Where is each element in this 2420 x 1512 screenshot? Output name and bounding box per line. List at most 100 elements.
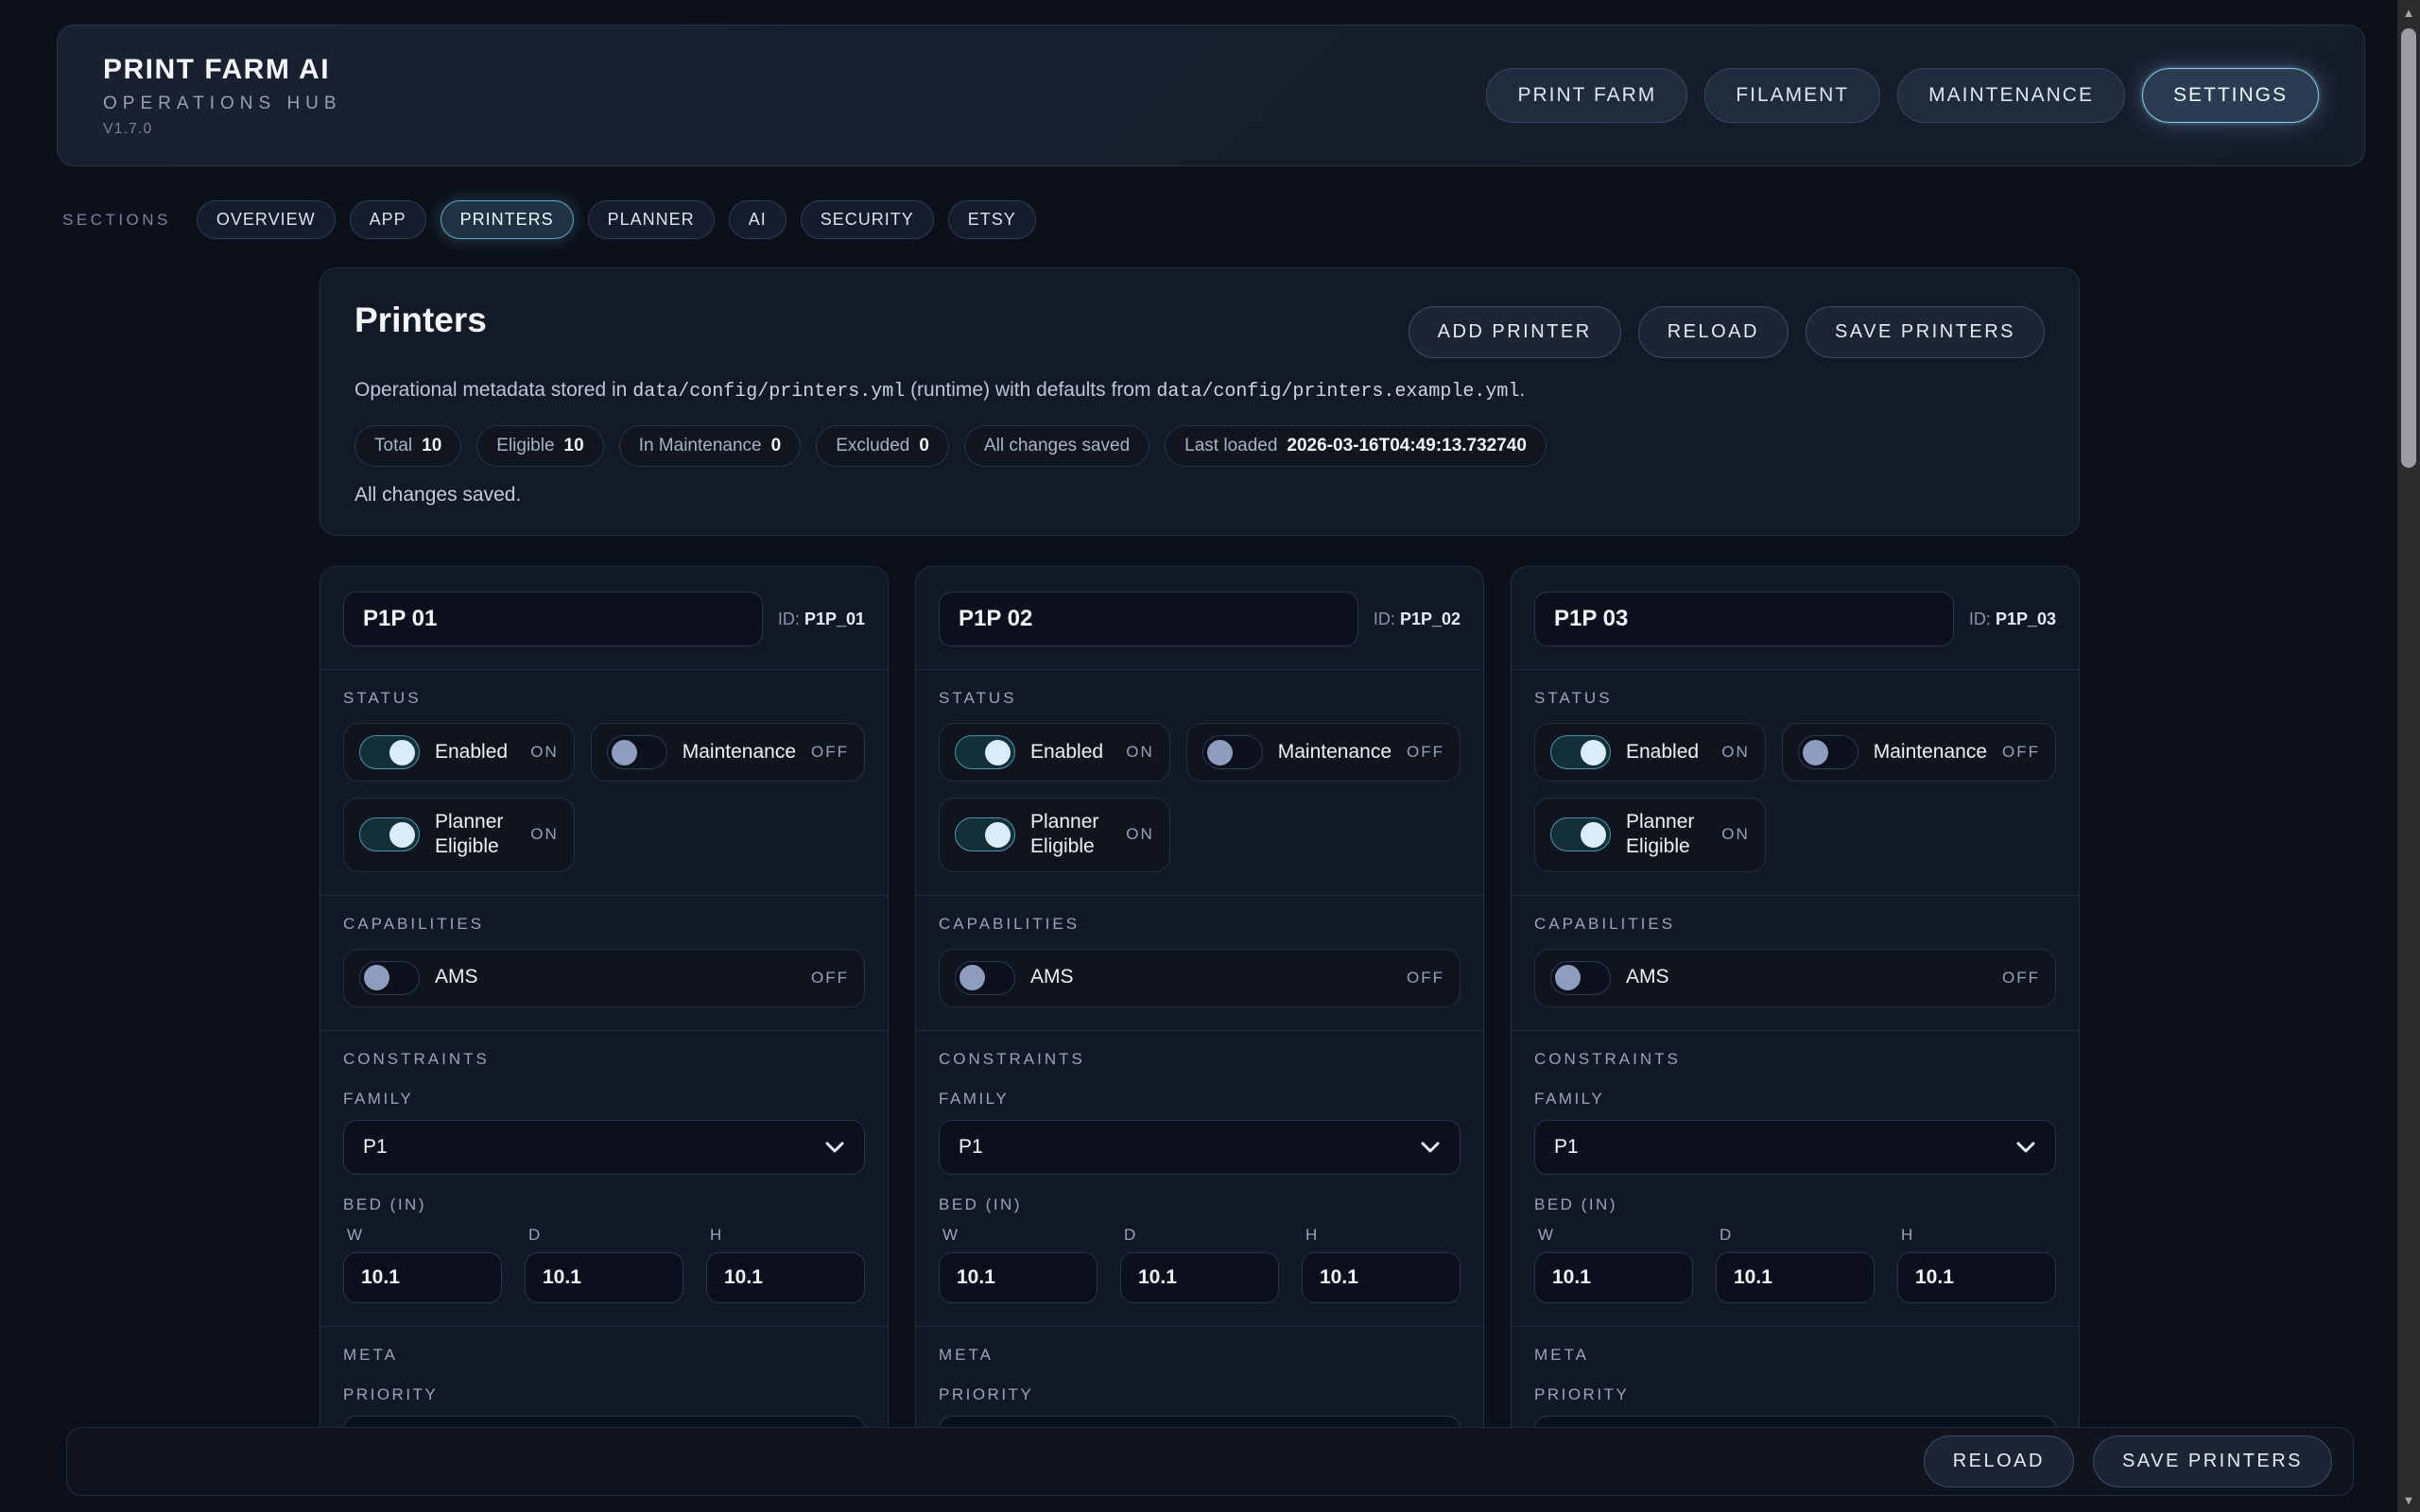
ams-toggle[interactable] [955, 961, 1015, 995]
printer-name-input[interactable] [1534, 592, 1954, 646]
capabilities-section-label: CAPABILITIES [1534, 915, 2056, 934]
enabled-toggle-row: Enabled ON [939, 723, 1170, 782]
toggle-knob [1555, 965, 1581, 990]
footer-save-printers-button[interactable]: SAVE PRINTERS [2093, 1435, 2332, 1487]
add-printer-button[interactable]: ADD PRINTER [1409, 306, 1621, 358]
meta-section-label: META [1534, 1346, 2056, 1365]
toggle-state-text: OFF [1407, 743, 1444, 762]
printer-name-input[interactable] [939, 592, 1358, 646]
maintenance-toggle[interactable] [1798, 735, 1858, 769]
printer-card: ID: P1P_03 STATUS Enabled ON Maintenance… [1511, 566, 2080, 1471]
bed-d-field: D [525, 1226, 683, 1303]
printer-id-label: ID: P1P_01 [778, 610, 865, 629]
planner-eligible-toggle[interactable] [955, 817, 1015, 851]
runtime-config-path: data/config/printers.yml [632, 381, 905, 403]
priority-label: PRIORITY [939, 1385, 1461, 1404]
divider [916, 669, 1483, 670]
enabled-toggle-row: Enabled ON [343, 723, 575, 782]
bed-d-input[interactable] [1120, 1252, 1279, 1303]
bed-h-input[interactable] [1302, 1252, 1461, 1303]
constraints-section-label: CONSTRAINTS [1534, 1050, 2056, 1069]
section-tab-security[interactable]: SECURITY [801, 200, 934, 239]
badge-in-maintenance: In Maintenance0 [619, 425, 802, 467]
toggle-state-text: OFF [2002, 743, 2040, 762]
nav-settings[interactable]: SETTINGS [2142, 68, 2319, 123]
sections-bar: SECTIONS OVERVIEW APP PRINTERS PLANNER A… [62, 200, 2363, 239]
bed-w-input[interactable] [939, 1252, 1098, 1303]
toggle-state-text: ON [1126, 743, 1154, 762]
toggle-knob [389, 822, 415, 848]
bed-d-input[interactable] [1716, 1252, 1875, 1303]
bed-h-input[interactable] [1897, 1252, 2056, 1303]
bed-label: BED (IN) [939, 1195, 1461, 1214]
meta-section-label: META [343, 1346, 865, 1365]
toggle-knob [1207, 740, 1233, 765]
toggle-state-text: OFF [811, 969, 849, 988]
family-label: FAMILY [939, 1090, 1461, 1108]
enabled-toggle[interactable] [1550, 735, 1611, 769]
scrollbar-thumb[interactable] [2401, 28, 2416, 468]
bed-h-field: H [706, 1226, 865, 1303]
example-config-path: data/config/printers.example.yml [1156, 381, 1519, 403]
scroll-up-icon[interactable]: ▲ [2397, 0, 2420, 25]
family-select[interactable]: P1 [939, 1120, 1461, 1175]
scroll-down-icon[interactable]: ▼ [2397, 1487, 2420, 1512]
toggle-state-text: OFF [811, 743, 849, 762]
status-section-label: STATUS [1534, 689, 2056, 708]
maintenance-toggle[interactable] [607, 735, 667, 769]
family-select[interactable]: P1 [343, 1120, 865, 1175]
planner-eligible-toggle-row: Planner Eligible ON [939, 798, 1170, 872]
section-tab-app[interactable]: APP [350, 200, 426, 239]
badge-eligible: Eligible10 [476, 425, 603, 467]
planner-eligible-toggle[interactable] [1550, 817, 1611, 851]
bed-d-label: D [1124, 1226, 1279, 1245]
bed-w-input[interactable] [343, 1252, 502, 1303]
enabled-toggle[interactable] [955, 735, 1015, 769]
maintenance-toggle[interactable] [1202, 735, 1263, 769]
printer-name-input[interactable] [343, 592, 763, 646]
section-tab-etsy[interactable]: ETSY [948, 200, 1036, 239]
divider [1512, 669, 2079, 670]
section-tab-ai[interactable]: AI [729, 200, 786, 239]
family-select[interactable]: P1 [1534, 1120, 2056, 1175]
ams-toggle[interactable] [359, 961, 420, 995]
panel-actions: ADD PRINTER RELOAD SAVE PRINTERS [1409, 306, 2045, 358]
toggle-state-text: ON [1126, 825, 1154, 844]
footer-reload-button[interactable]: RELOAD [1924, 1435, 2074, 1487]
constraints-section-label: CONSTRAINTS [343, 1050, 865, 1069]
maintenance-toggle-row: Maintenance OFF [1186, 723, 1461, 782]
brand-block: PRINT FARM AI OPERATIONS HUB V1.7.0 [103, 54, 342, 138]
enabled-toggle-row: Enabled ON [1534, 723, 1766, 782]
bed-label: BED (IN) [343, 1195, 865, 1214]
bed-w-label: W [1538, 1226, 1693, 1245]
printer-cards-grid: ID: P1P_01 STATUS Enabled ON Maintenance… [320, 566, 2080, 1512]
bed-d-input[interactable] [525, 1252, 683, 1303]
toggle-knob [1803, 740, 1828, 765]
chevron-down-icon [824, 1141, 845, 1154]
page-title: Printers [354, 301, 487, 340]
section-tab-planner[interactable]: PLANNER [588, 200, 715, 239]
section-tab-printers[interactable]: PRINTERS [441, 200, 574, 239]
footer-action-bar: RELOAD SAVE PRINTERS [66, 1427, 2354, 1496]
bed-h-input[interactable] [706, 1252, 865, 1303]
page-scrollbar[interactable]: ▲ ▼ [2397, 0, 2420, 1512]
nav-print-farm[interactable]: PRINT FARM [1486, 68, 1687, 123]
save-printers-button[interactable]: SAVE PRINTERS [1806, 306, 2045, 358]
toggle-state-text: OFF [2002, 969, 2040, 988]
toggle-state-text: ON [530, 743, 559, 762]
printers-panel: Printers ADD PRINTER RELOAD SAVE PRINTER… [320, 267, 2080, 536]
enabled-toggle[interactable] [359, 735, 420, 769]
reload-button[interactable]: RELOAD [1638, 306, 1789, 358]
section-tab-overview[interactable]: OVERVIEW [197, 200, 336, 239]
divider [916, 895, 1483, 896]
nav-maintenance[interactable]: MAINTENANCE [1897, 68, 2125, 123]
app-subtitle: OPERATIONS HUB [103, 94, 342, 114]
ams-toggle-row: AMS OFF [343, 949, 865, 1007]
planner-eligible-toggle[interactable] [359, 817, 420, 851]
nav-filament[interactable]: FILAMENT [1704, 68, 1880, 123]
bed-w-input[interactable] [1534, 1252, 1693, 1303]
badge-total: Total10 [354, 425, 461, 467]
bed-d-label: D [528, 1226, 683, 1245]
app-title: PRINT FARM AI [103, 54, 342, 86]
ams-toggle[interactable] [1550, 961, 1611, 995]
